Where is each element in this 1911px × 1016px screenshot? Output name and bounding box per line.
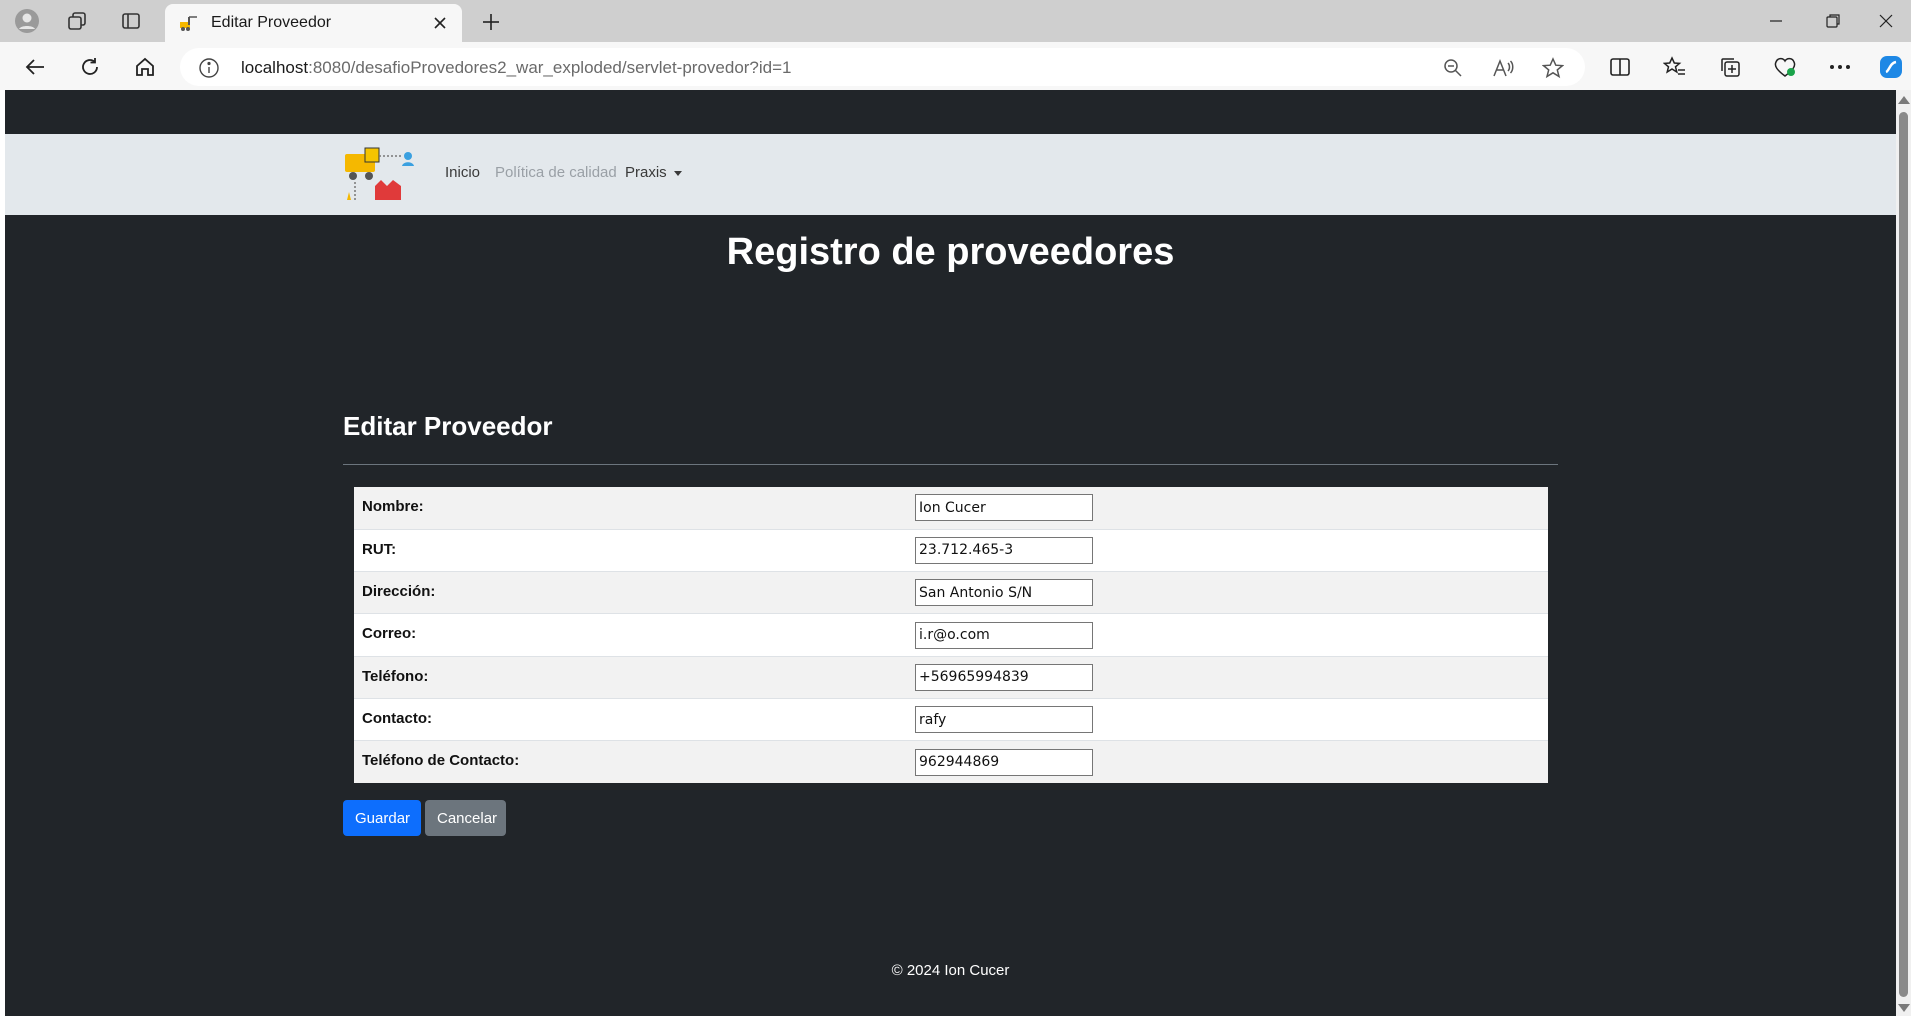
scroll-down-icon[interactable] bbox=[1898, 1004, 1910, 1012]
table-row: Teléfono: bbox=[354, 655, 1548, 699]
performance-icon[interactable] bbox=[1770, 52, 1800, 82]
provider-form-table: Nombre: RUT: Dirección: Correo: Teléfono… bbox=[354, 487, 1548, 784]
browser-tab-strip: Editar Proveedor bbox=[0, 0, 1911, 42]
brand-logo[interactable] bbox=[343, 146, 417, 202]
table-row: Teléfono de Contacto: bbox=[354, 740, 1548, 784]
table-row: Contacto: bbox=[354, 697, 1548, 741]
direccion-input[interactable] bbox=[915, 579, 1093, 607]
field-cell bbox=[915, 613, 1548, 657]
zoom-out-icon[interactable] bbox=[1441, 56, 1465, 80]
table-row: Correo: bbox=[354, 613, 1548, 657]
browser-tab-active[interactable]: Editar Proveedor bbox=[165, 4, 462, 42]
field-label-contacto: Contacto: bbox=[354, 697, 915, 741]
save-button[interactable]: Guardar bbox=[343, 800, 421, 836]
field-label-correo: Correo: bbox=[354, 613, 915, 657]
field-cell bbox=[915, 697, 1548, 741]
profile-icon[interactable] bbox=[14, 8, 40, 34]
tab-title: Editar Proveedor bbox=[211, 14, 332, 31]
workspaces-icon[interactable] bbox=[64, 8, 90, 34]
favicon bbox=[177, 13, 199, 33]
info-icon[interactable] bbox=[198, 57, 220, 79]
refresh-icon[interactable] bbox=[75, 52, 105, 82]
field-label-telefono-contacto: Teléfono de Contacto: bbox=[354, 740, 915, 784]
collections-icon[interactable] bbox=[1715, 52, 1745, 82]
tab-actions-icon[interactable] bbox=[118, 8, 144, 34]
cancel-button[interactable]: Cancelar bbox=[425, 800, 506, 836]
more-icon[interactable] bbox=[1825, 52, 1855, 82]
footer-text: © 2024 Ion Cucer bbox=[891, 962, 1010, 979]
new-tab-icon[interactable] bbox=[477, 8, 505, 36]
caret-down-icon bbox=[673, 170, 682, 176]
read-aloud-icon[interactable] bbox=[1491, 56, 1515, 80]
correo-input[interactable] bbox=[915, 621, 1093, 649]
rut-input[interactable] bbox=[915, 536, 1093, 564]
nav-link-inicio[interactable]: Inicio bbox=[445, 164, 480, 181]
site-navbar: Inicio Política de calidad Praxis bbox=[5, 134, 1896, 215]
table-row: RUT: bbox=[354, 528, 1548, 572]
field-cell bbox=[915, 528, 1548, 572]
restore-icon[interactable] bbox=[1813, 6, 1853, 36]
nav-link-politica-calidad[interactable]: Política de calidad bbox=[495, 164, 617, 181]
section-title: Editar Proveedor bbox=[343, 411, 553, 441]
nav-dropdown-label: Praxis bbox=[625, 164, 667, 181]
page-title: Registro de proveedores bbox=[726, 231, 1175, 273]
url-path: :8080/desafioProvedores2_war_exploded/se… bbox=[308, 58, 792, 77]
vertical-scrollbar[interactable] bbox=[1896, 90, 1911, 1016]
table-row: Dirección: bbox=[354, 571, 1548, 614]
home-icon[interactable] bbox=[130, 52, 160, 82]
field-cell bbox=[915, 655, 1548, 699]
close-icon[interactable] bbox=[428, 11, 452, 35]
scrollbar-thumb[interactable] bbox=[1899, 112, 1908, 997]
telefono-input[interactable] bbox=[915, 663, 1093, 691]
url-text[interactable]: localhost:8080/desafioProvedores2_war_ex… bbox=[241, 58, 792, 78]
field-cell bbox=[915, 487, 1548, 530]
minimize-icon[interactable] bbox=[1756, 6, 1796, 36]
nombre-input[interactable] bbox=[915, 494, 1093, 522]
copilot-icon[interactable] bbox=[1876, 52, 1906, 82]
scroll-up-icon[interactable] bbox=[1898, 96, 1910, 104]
field-label-telefono: Teléfono: bbox=[354, 655, 915, 699]
back-icon[interactable] bbox=[20, 52, 50, 82]
contacto-input[interactable] bbox=[915, 706, 1093, 734]
browser-toolbar: localhost:8080/desafioProvedores2_war_ex… bbox=[0, 42, 1911, 90]
telefono-contacto-input[interactable] bbox=[915, 748, 1093, 776]
favorite-star-icon[interactable] bbox=[1541, 56, 1565, 80]
url-host: localhost bbox=[241, 58, 309, 77]
nav-dropdown-praxis[interactable]: Praxis bbox=[625, 164, 682, 181]
section-divider bbox=[343, 464, 1558, 465]
table-row: Nombre: bbox=[354, 487, 1548, 530]
window-close-icon[interactable] bbox=[1866, 6, 1906, 36]
page-viewport: Inicio Política de calidad Praxis Regist… bbox=[5, 90, 1896, 1016]
field-cell bbox=[915, 571, 1548, 614]
address-bar[interactable]: localhost:8080/desafioProvedores2_war_ex… bbox=[180, 48, 1585, 86]
field-cell bbox=[915, 740, 1548, 784]
field-label-nombre: Nombre: bbox=[354, 487, 915, 530]
field-label-rut: RUT: bbox=[354, 528, 915, 572]
field-label-direccion: Dirección: bbox=[354, 571, 915, 614]
split-screen-icon[interactable] bbox=[1605, 52, 1635, 82]
favorites-icon[interactable] bbox=[1660, 52, 1690, 82]
